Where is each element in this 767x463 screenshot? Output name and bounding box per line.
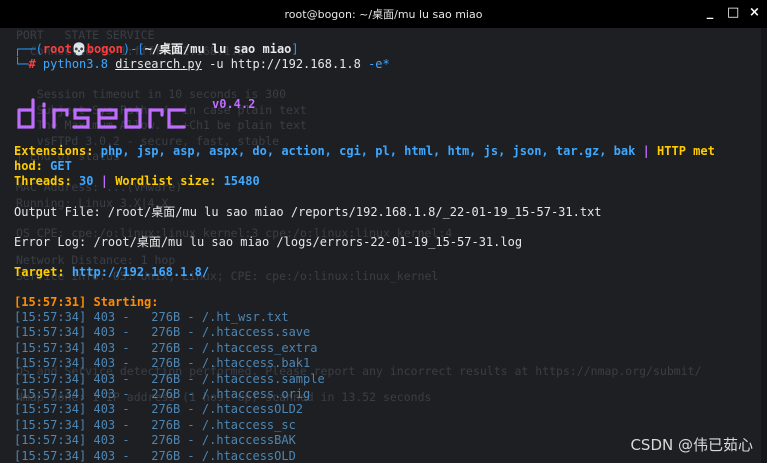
prompt-line: ┌──(root💀bogon)-[~/桌面/mu lu sao miao] <box>14 42 299 57</box>
result-size: 276B <box>151 340 181 355</box>
close-button[interactable]: × <box>749 6 760 20</box>
result-path: /.htaccessOLD <box>201 448 296 463</box>
http-method-value: GET <box>50 159 72 173</box>
result-status-code: 403 <box>93 371 116 386</box>
result-size: 276B <box>151 448 181 463</box>
result-time: [15:57:34] <box>14 310 87 324</box>
result-path: /.htaccess.sample <box>201 371 325 386</box>
prompt-close-bracket: ] <box>291 42 299 56</box>
command-flag: -e* <box>368 57 390 71</box>
result-time: [15:57:34] <box>14 371 87 386</box>
threads-label: Threads: <box>14 174 72 188</box>
extensions-value: php, jsp, asp, aspx, do, action, cgi, pl… <box>100 144 636 158</box>
target-url: http://192.168.1.8/ <box>71 265 210 279</box>
skull-icon: 💀 <box>71 42 87 56</box>
config-separator: | <box>100 174 108 188</box>
result-time: [15:57:34] <box>14 356 87 371</box>
maximize-button[interactable]: □ <box>727 6 739 20</box>
extensions-line: Extensions: php, jsp, asp, aspx, do, act… <box>14 144 715 159</box>
result-status-code: 403 <box>93 325 116 340</box>
result-status-code: 403 <box>93 340 116 355</box>
wordlist-value: 15480 <box>223 174 260 188</box>
ghost-line: PORT STATE SERVICE <box>16 28 155 42</box>
command-script: dirsearch.py <box>115 57 202 71</box>
result-row: [15:57:34] 403 - 276B - /.htaccess_extra <box>14 340 318 355</box>
banner-version: v0.4.2 <box>212 97 256 111</box>
result-row: [15:57:34] 403 - 276B - /.htaccessOLD <box>14 448 296 463</box>
extensions-label: Extensions: <box>14 144 94 158</box>
prompt-open-bracket: ┌──( <box>14 42 43 56</box>
result-size: 276B <box>151 433 181 448</box>
result-time: [15:57:34] <box>14 448 87 463</box>
result-row: [15:57:34] 403 - 276B - /.htaccess.bak1 <box>14 356 311 371</box>
result-path: /.htaccessOLD2 <box>201 402 304 417</box>
prompt-path: ~/桌面/mu lu sao miao <box>144 42 292 56</box>
threads-line: Threads: 30 | Wordlist size: 15480 <box>14 174 260 189</box>
http-method-line: hod: GET <box>14 159 72 174</box>
result-row: [15:57:34] 403 - 276B - /.htaccess.orig <box>14 387 311 401</box>
result-path: /.ht_wsr.txt <box>201 310 289 324</box>
config-separator: | <box>642 144 650 158</box>
result-size: 276B <box>151 371 181 386</box>
prompt-mid: )-[ <box>122 42 145 56</box>
result-path: /.htaccess.bak1 <box>201 356 311 371</box>
result-row: [15:57:34] 403 - 276B - /.htaccess.save <box>14 325 311 340</box>
result-status-code: 403 <box>93 356 116 371</box>
output-file-line: Output File: /root/桌面/mu lu sao miao /re… <box>14 205 602 219</box>
result-path: /.htaccess.orig <box>201 387 311 401</box>
http-method-label-part2: hod: <box>14 159 43 173</box>
result-time: [15:57:34] <box>14 402 87 417</box>
prompt-corner: └─ <box>14 57 29 71</box>
starting-line: [15:57:31] Starting: <box>14 295 159 309</box>
error-log-line: Error Log: /root/桌面/mu lu sao miao /logs… <box>14 235 523 249</box>
command-line: └─# python3.8 dirsearch.py -u http://192… <box>14 57 390 72</box>
result-status-code: 403 <box>93 417 116 432</box>
result-status-code: 403 <box>93 448 116 463</box>
minimize-button[interactable]: _ <box>705 6 715 20</box>
result-row: [15:57:34] 403 - 276B - /.ht_wsr.txt <box>14 310 289 324</box>
result-time: [15:57:34] <box>14 325 87 340</box>
result-time: [15:57:34] <box>14 417 87 432</box>
window-controls: _ □ × <box>705 6 760 20</box>
window-title: root@bogon: ~/桌面/mu lu sao miao <box>284 8 483 21</box>
terminal-window: root@bogon: ~/桌面/mu lu sao miao _ □ × PO… <box>0 0 767 463</box>
result-row: [15:57:34] 403 - 276B - /.htaccessBAK <box>14 433 296 448</box>
result-time: [15:57:34] <box>14 433 87 448</box>
result-row: [15:57:34] 403 - 276B - /.htaccess.sampl… <box>14 371 325 386</box>
result-row: [15:57:34] 403 - 276B - /.htaccess_sc <box>14 417 296 432</box>
result-status-code: 403 <box>93 310 116 324</box>
result-status-code: 403 <box>93 402 116 417</box>
terminal-output[interactable]: PORT STATE SERVICE Connected to 1:ffff:1… <box>0 28 767 463</box>
scrollbar[interactable] <box>761 28 767 463</box>
threads-value: 30 <box>79 174 94 188</box>
result-path: /.htaccess_sc <box>201 417 296 432</box>
result-size: 276B <box>151 325 181 340</box>
result-time: [15:57:34] <box>14 387 87 401</box>
result-time: [15:57:34] <box>14 340 87 355</box>
prompt-hash: # <box>28 57 36 71</box>
prompt-user: root <box>42 42 72 56</box>
wordlist-label: Wordlist size: <box>115 174 217 188</box>
csdn-watermark: CSDN @伟已茹心 <box>630 436 753 454</box>
result-size: 276B <box>151 387 181 401</box>
command-python: python3.8 <box>42 57 108 71</box>
result-size: 276B <box>151 402 181 417</box>
http-method-label-part1: HTTP met <box>657 144 715 158</box>
target-line: Target: http://192.168.1.8/ <box>14 265 209 280</box>
result-size: 276B <box>151 356 181 371</box>
result-status-code: 403 <box>93 387 116 401</box>
result-row: [15:57:34] 403 - 276B - /.htaccessOLD2 <box>14 402 304 417</box>
result-size: 276B <box>151 310 181 324</box>
title-bar: root@bogon: ~/桌面/mu lu sao miao _ □ × <box>0 0 767 28</box>
target-label: Target: <box>14 265 65 279</box>
result-path: /.htaccessBAK <box>201 433 296 448</box>
result-path: /.htaccess.save <box>201 325 311 340</box>
result-size: 276B <box>151 417 181 432</box>
command-args: -u http://192.168.1.8 <box>209 57 361 71</box>
result-status-code: 403 <box>93 433 116 448</box>
prompt-host: bogon <box>86 42 123 56</box>
result-path: /.htaccess_extra <box>201 340 318 355</box>
dirsearch-logo <box>17 98 186 129</box>
